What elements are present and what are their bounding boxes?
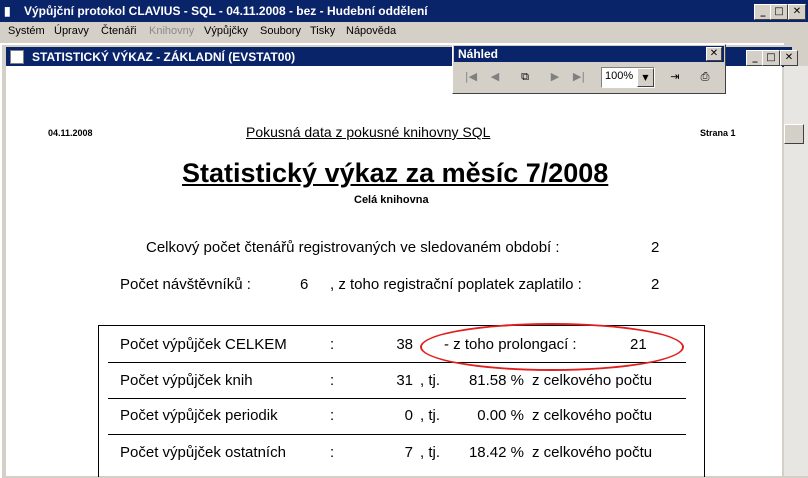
row-periodicals-percent: 0.00 %	[477, 407, 524, 424]
row-books-percent: 81.58 %	[468, 372, 524, 389]
row-books-tj: , tj.	[420, 372, 441, 389]
child-close-button[interactable]: ✕	[780, 50, 798, 66]
last-page-icon[interactable]: ▶|	[569, 67, 589, 87]
previous-page-icon[interactable]: ◀	[485, 67, 505, 87]
child-maximize-button[interactable]: □	[762, 50, 780, 66]
row-other-percent: 18.42 %	[468, 444, 524, 461]
exit-preview-icon[interactable]: ⇥	[665, 67, 685, 87]
first-page-icon[interactable]: |◀	[461, 67, 481, 87]
scrollbar-thumb[interactable]	[784, 124, 804, 144]
menu-napoveda[interactable]: Nápověda	[346, 25, 396, 37]
prolongation-highlight-oval	[420, 323, 684, 371]
page-number: Strana 1	[700, 128, 736, 138]
print-icon[interactable]: ⎙	[695, 67, 715, 87]
maximize-button[interactable]: □	[770, 4, 788, 20]
next-page-icon[interactable]: ▶	[545, 67, 565, 87]
row-periodicals-tj: , tj.	[420, 407, 441, 424]
row-other-value: 7	[404, 444, 413, 461]
registered-label: Celkový počet čtenářů registrovaných ve …	[146, 239, 560, 256]
row-periodicals-suffix: z celkového počtu	[532, 407, 653, 424]
row-total-colon: :	[330, 336, 335, 353]
app-icon: ▮	[4, 4, 11, 18]
row-books-suffix: z celkového počtu	[532, 372, 653, 389]
row-other-colon: :	[330, 444, 335, 461]
row-other-suffix: z celkového počtu	[532, 444, 653, 461]
row-books-label: Počet výpůjček knih	[120, 372, 253, 389]
fee-value: 2	[651, 276, 660, 293]
row-total-value: 38	[396, 336, 413, 353]
row-periodicals-value: 0	[404, 407, 413, 424]
preview-title-bar[interactable]: Náhled ✕	[454, 46, 724, 62]
row-books-colon: :	[330, 372, 335, 389]
menu-bar: Systém Úpravy Čtenáři Knihovny Výpůjčky …	[0, 22, 808, 41]
menu-ctenari[interactable]: Čtenáři	[101, 25, 136, 37]
row-total-label: Počet výpůjček CELKEM	[120, 336, 287, 353]
preview-title: Náhled	[458, 47, 499, 61]
menu-system[interactable]: Systém	[8, 25, 45, 37]
preview-close-button[interactable]: ✕	[706, 47, 722, 61]
menu-upravy[interactable]: Úpravy	[54, 25, 89, 37]
copy-pages-icon[interactable]: ⧉	[515, 67, 535, 87]
zoom-value: 100%	[605, 70, 634, 82]
fee-label: , z toho registrační poplatek zaplatilo …	[330, 276, 582, 293]
menu-knihovny[interactable]: Knihovny	[149, 25, 194, 37]
row-periodicals-colon: :	[330, 407, 335, 424]
preview-toolbar-window: Náhled ✕ |◀ ◀ ⧉ ▶ ▶| 100% ▼ ⇥ ⎙	[452, 44, 726, 94]
row-other-tj: , tj.	[420, 444, 441, 461]
registered-value: 2	[651, 239, 660, 256]
app-title: Výpůjční protokol CLAVIUS - SQL - 04.11.…	[24, 4, 428, 18]
row-divider	[108, 398, 686, 399]
row-divider	[108, 434, 686, 435]
zoom-dropdown-icon[interactable]: ▼	[637, 68, 654, 87]
report-date: 04.11.2008	[48, 128, 93, 138]
report-subtitle: Celá knihovna	[354, 194, 429, 206]
menu-soubory[interactable]: Soubory	[260, 25, 301, 37]
report-title: Statistický výkaz za měsíc 7/2008	[182, 158, 609, 188]
zoom-select[interactable]: 100% ▼	[601, 67, 655, 88]
visitors-value: 6	[300, 276, 309, 293]
row-books-value: 31	[396, 372, 413, 389]
child-title: STATISTICKÝ VÝKAZ - ZÁKLADNÍ (EVSTAT00)	[32, 50, 296, 64]
menu-tisky[interactable]: Tisky	[310, 25, 335, 37]
row-periodicals-label: Počet výpůjček periodik	[120, 407, 278, 424]
report-header: Pokusná data z pokusné knihovny SQL	[246, 124, 491, 140]
document-icon	[10, 50, 24, 64]
row-other-label: Počet výpůjček ostatních	[120, 444, 286, 461]
app-title-bar[interactable]: ▮ Výpůjční protokol CLAVIUS - SQL - 04.1…	[0, 0, 808, 22]
close-button[interactable]: ✕	[788, 4, 806, 20]
menu-vypujcky[interactable]: Výpůjčky	[204, 25, 248, 37]
visitors-label: Počet návštěvníků :	[120, 276, 251, 293]
